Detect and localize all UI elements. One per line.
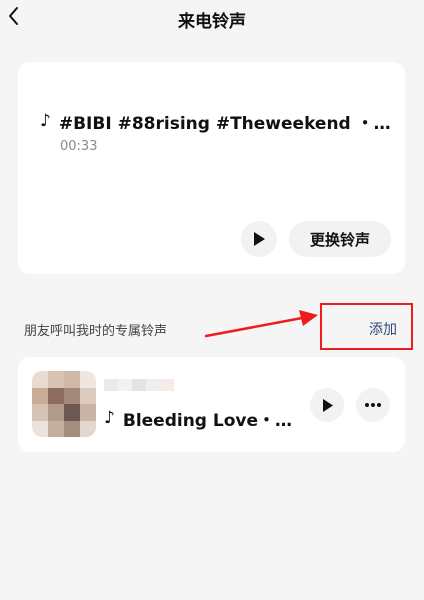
current-ringtone-card: ♪ #BIBI #88rising #Theweekend ・im… 00:33… <box>18 62 405 274</box>
add-button[interactable]: 添加 <box>369 319 397 339</box>
page-title: 来电铃声 <box>178 12 246 32</box>
song-duration: 00:33 <box>60 139 98 154</box>
more-horizontal-icon <box>365 403 381 407</box>
avatar <box>32 371 96 437</box>
annotation-highlight-box <box>320 303 413 350</box>
play-icon <box>322 398 333 412</box>
more-options-button[interactable] <box>356 388 390 422</box>
friend-name-blurred <box>104 379 174 391</box>
friend-ringtone-card[interactable]: ♪ Bleeding Love・… <box>18 357 405 452</box>
friend-play-button[interactable] <box>310 388 344 422</box>
music-note-icon: ♪ <box>40 111 51 131</box>
friend-song-row: ♪ Bleeding Love・… <box>104 406 294 432</box>
play-button[interactable] <box>241 221 277 257</box>
friend-song-title: Bleeding Love・… <box>122 411 293 431</box>
top-bar: 来电铃声 <box>0 0 424 40</box>
annotation-arrow <box>204 310 318 338</box>
change-ringtone-button[interactable]: 更换铃声 <box>289 221 391 257</box>
current-song-row: ♪ #BIBI #88rising #Theweekend ・im… <box>40 109 395 135</box>
play-icon <box>254 232 265 246</box>
music-note-icon: ♪ <box>104 408 115 428</box>
section-label: 朋友呼叫我时的专属铃声 <box>24 324 168 339</box>
current-song-title: #BIBI #88rising #Theweekend ・im… <box>58 114 395 134</box>
